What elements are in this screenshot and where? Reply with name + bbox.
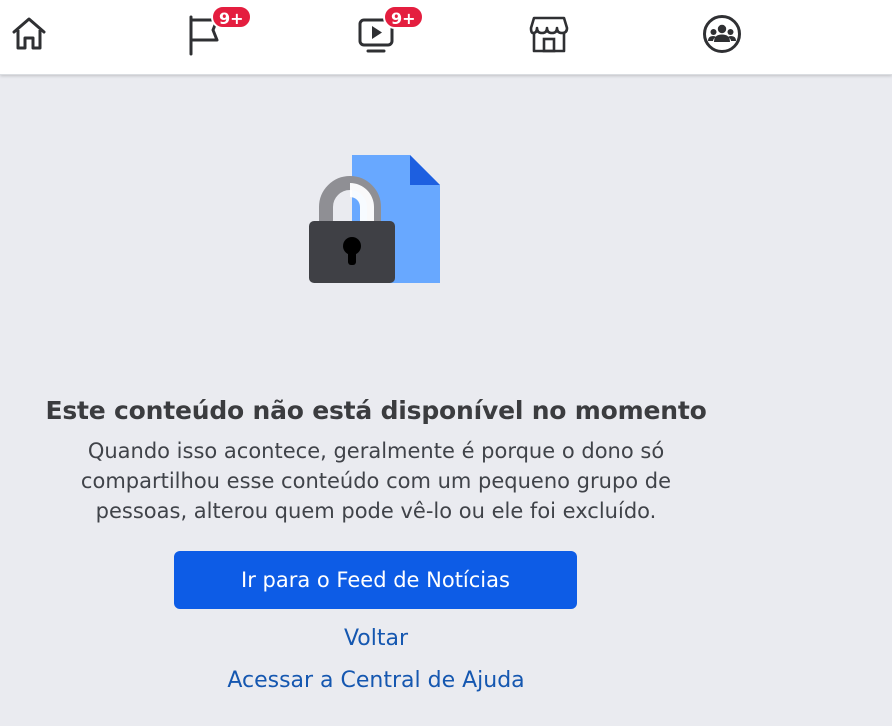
pages-notification-badge: 9+	[211, 5, 252, 29]
error-description: Quando isso acontece, geralmente é porqu…	[60, 436, 692, 526]
back-link[interactable]: Voltar	[344, 626, 408, 651]
go-to-news-feed-button[interactable]: Ir para o Feed de Notícias	[174, 551, 577, 609]
back-link-row: Voltar	[0, 626, 752, 651]
home-icon	[12, 17, 46, 50]
locked-content-illustration	[309, 155, 440, 283]
groups-icon	[703, 15, 741, 53]
nav-tab-groups[interactable]	[700, 12, 744, 56]
nav-tab-home[interactable]	[7, 12, 51, 56]
video-notification-badge: 9+	[383, 5, 424, 29]
description-line: compartilhou esse conteúdo com um pequen…	[80, 469, 672, 493]
description-line: pessoas, alterou quem pode vê-lo ou ele …	[95, 499, 657, 523]
nav-tab-pages[interactable]: 9+	[181, 5, 252, 56]
top-navigation-bar: 9+ 9+	[0, 0, 892, 75]
error-title: Este conteúdo não está disponível no mom…	[45, 396, 707, 425]
document-fold	[410, 155, 440, 185]
description-line: Quando isso acontece, geralmente é porqu…	[87, 439, 665, 463]
nav-tab-video[interactable]: 9+	[353, 5, 424, 56]
help-center-link[interactable]: Acessar a Central de Ajuda	[227, 668, 524, 693]
store-icon	[529, 16, 569, 53]
nav-tab-marketplace[interactable]	[527, 12, 571, 56]
help-center-link-row: Acessar a Central de Ajuda	[0, 668, 752, 693]
